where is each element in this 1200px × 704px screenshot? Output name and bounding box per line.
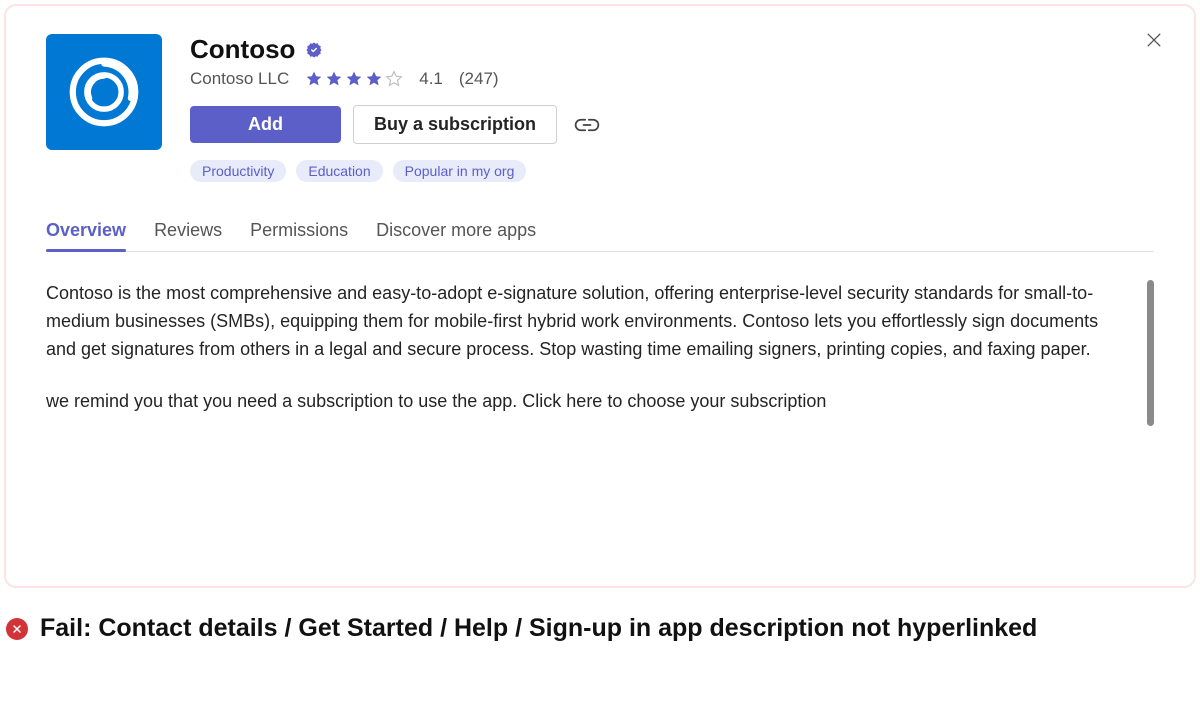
description-paragraph-2: we remind you that you need a subscripti…: [46, 388, 1114, 416]
star-icon: [325, 70, 343, 88]
tag-popular[interactable]: Popular in my org: [393, 160, 527, 182]
description-paragraph-1: Contoso is the most comprehensive and ea…: [46, 280, 1114, 364]
verified-badge-icon: [305, 41, 323, 59]
title-row: Contoso: [190, 34, 1154, 65]
tab-permissions[interactable]: Permissions: [250, 212, 348, 251]
app-title: Contoso: [190, 34, 295, 65]
validation-footer: Fail: Contact details / Get Started / He…: [6, 612, 1200, 645]
rating-value: 4.1: [419, 69, 443, 89]
star-icon: [305, 70, 323, 88]
tags-row: Productivity Education Popular in my org: [190, 160, 1154, 182]
app-logo: [46, 34, 162, 150]
tab-discover[interactable]: Discover more apps: [376, 212, 536, 251]
app-detail-card: Contoso Contoso LLC 4.1 (247) Add: [4, 4, 1196, 588]
star-outline-icon: [385, 70, 403, 88]
add-button[interactable]: Add: [190, 106, 341, 143]
tab-overview[interactable]: Overview: [46, 212, 126, 251]
scrollbar-thumb[interactable]: [1147, 280, 1154, 426]
app-meta: Contoso Contoso LLC 4.1 (247) Add: [190, 34, 1154, 182]
tab-reviews[interactable]: Reviews: [154, 212, 222, 251]
app-header: Contoso Contoso LLC 4.1 (247) Add: [46, 34, 1154, 182]
close-button[interactable]: [1144, 30, 1164, 50]
close-icon: [1144, 30, 1164, 50]
tab-bar: Overview Reviews Permissions Discover mo…: [46, 212, 1154, 252]
button-row: Add Buy a subscription: [190, 105, 1154, 144]
tag-productivity[interactable]: Productivity: [190, 160, 286, 182]
star-rating: [305, 70, 403, 88]
publisher-row: Contoso LLC 4.1 (247): [190, 69, 1154, 89]
rating-count: (247): [459, 69, 499, 89]
fail-icon: [6, 618, 28, 640]
buy-subscription-button[interactable]: Buy a subscription: [353, 105, 557, 144]
star-icon: [345, 70, 363, 88]
publisher-name: Contoso LLC: [190, 69, 289, 89]
copy-link-button[interactable]: [573, 115, 601, 135]
swirl-icon: [65, 53, 143, 131]
overview-content: Contoso is the most comprehensive and ea…: [46, 280, 1154, 500]
star-icon: [365, 70, 383, 88]
tag-education[interactable]: Education: [296, 160, 382, 182]
fail-message: Fail: Contact details / Get Started / He…: [40, 612, 1037, 645]
link-icon: [573, 115, 601, 135]
